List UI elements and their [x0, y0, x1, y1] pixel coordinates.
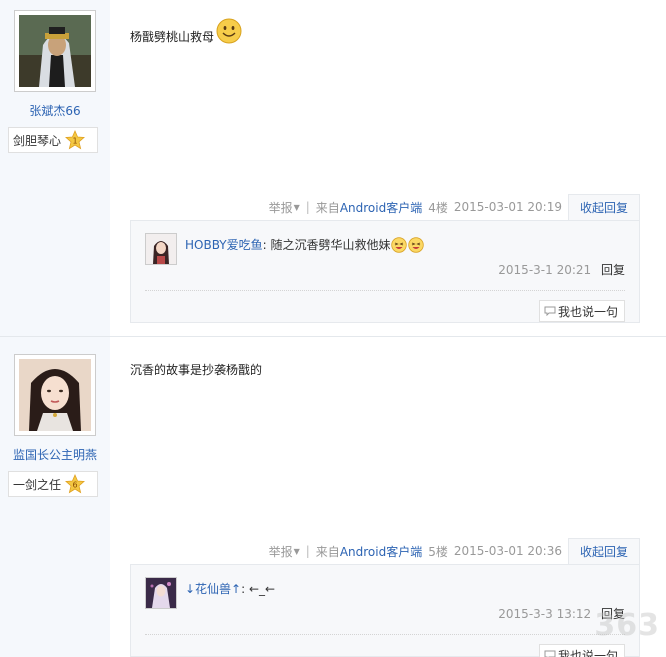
caret-down-icon: ▼	[293, 546, 300, 556]
author-name[interactable]: 张斌杰66	[8, 102, 102, 119]
comment-text: : 随之沉香劈华山救他妹	[262, 238, 391, 252]
level-number: 6	[72, 481, 77, 490]
report-label: 举报	[268, 200, 293, 215]
author-avatar[interactable]	[14, 354, 96, 436]
comment-time: 2015-3-3 13:12	[498, 607, 592, 621]
level-star-icon: 1	[65, 130, 86, 150]
comment-username[interactable]: HOBBY爱吃鱼	[185, 236, 263, 253]
post-floor-4: 张斌杰66 剑胆琴心 1 杨戬劈桃山救母 举报 ▼ | 来自 Android客户…	[0, 0, 666, 336]
comment-body: HOBBY爱吃鱼 : 随之沉香劈华山救他妹	[185, 236, 425, 253]
reply-action-row: 我也说一句	[145, 635, 625, 657]
post-tail-bar: 举报 ▼ | 来自 Android客户端 5楼 2015-03-01 20:36…	[130, 538, 640, 564]
source-prefix: 来自	[315, 544, 340, 559]
report-link[interactable]: 举报 ▼	[269, 543, 300, 560]
speech-bubble-icon	[544, 306, 556, 316]
comment-avatar[interactable]	[145, 577, 177, 609]
client-link[interactable]: Android客户端	[340, 199, 422, 216]
laugh-emoji-icon	[408, 236, 425, 253]
author-name[interactable]: 监国长公主明燕	[8, 446, 102, 463]
comment-username[interactable]: ↓花仙兽↑	[185, 580, 241, 597]
speech-bubble-icon	[544, 650, 556, 657]
author-card: 监国长公主明燕 一剑之任 6	[8, 354, 102, 497]
level-badge[interactable]: 一剑之任 6	[8, 471, 98, 497]
author-avatar[interactable]	[14, 10, 96, 92]
girl-avatar-icon	[146, 234, 176, 264]
post-text: 杨戬劈桃山救母	[130, 30, 215, 44]
post-content: 沉香的故事是抄袭杨戬的	[130, 361, 262, 378]
add-comment-label: 我也说一句	[557, 648, 618, 657]
comment-time: 2015-3-1 20:21	[498, 263, 592, 277]
add-comment-label: 我也说一句	[557, 304, 618, 319]
comment-meta: 2015-3-1 20:21 回复	[498, 261, 625, 278]
client-link[interactable]: Android客户端	[340, 543, 422, 560]
floor-number: 5楼	[428, 544, 448, 559]
level-star-icon: 6	[65, 474, 86, 494]
comment-item: ↓花仙兽↑ : ←_← 2015-3-3 13:12 回复	[145, 577, 625, 635]
warrior-avatar-icon	[19, 15, 91, 87]
floor-number: 4楼	[428, 200, 448, 215]
post-text: 沉香的故事是抄袭杨戬的	[130, 363, 263, 377]
comment-text: : ←_←	[241, 581, 276, 596]
fairy-avatar-icon	[146, 578, 176, 608]
caret-down-icon: ▼	[293, 202, 300, 212]
report-label: 举报	[268, 544, 293, 559]
comment-reply-link[interactable]: 回复	[601, 607, 625, 621]
reply-box: ↓花仙兽↑ : ←_← 2015-3-3 13:12 回复 我也说一句	[130, 564, 640, 657]
level-number: 1	[72, 137, 77, 146]
separator: |	[305, 200, 310, 214]
comment-body: ↓花仙兽↑ : ←_←	[185, 580, 275, 597]
comment-avatar[interactable]	[145, 233, 177, 265]
reply-box: HOBBY爱吃鱼 : 随之沉香劈华山救他妹 2015-3-1 20:21 回复 …	[130, 220, 640, 323]
post-content: 杨戬劈桃山救母	[130, 18, 242, 45]
laugh-emoji-icon	[391, 236, 408, 253]
author-card: 张斌杰66 剑胆琴心 1	[8, 10, 102, 153]
level-title: 一剑之任	[13, 477, 62, 492]
report-link[interactable]: 举报 ▼	[269, 199, 300, 216]
smile-emoji-icon	[216, 18, 242, 44]
level-badge[interactable]: 剑胆琴心 1	[8, 127, 98, 153]
separator: |	[305, 544, 310, 558]
post-time: 2015-03-01 20:36	[453, 544, 562, 558]
post-floor-5: 监国长公主明燕 一剑之任 6 沉香的故事是抄袭杨戬的 举报 ▼ | 来自 And…	[0, 337, 666, 657]
collapse-replies-button[interactable]: 收起回复	[568, 538, 640, 564]
post-time: 2015-03-01 20:19	[453, 200, 562, 214]
comment-meta: 2015-3-3 13:12 回复	[498, 605, 625, 622]
add-comment-button[interactable]: 我也说一句	[538, 644, 625, 657]
source-prefix: 来自	[315, 200, 340, 215]
add-comment-button[interactable]: 我也说一句	[538, 300, 625, 322]
comment-item: HOBBY爱吃鱼 : 随之沉香劈华山救他妹 2015-3-1 20:21 回复	[145, 233, 625, 291]
collapse-replies-button[interactable]: 收起回复	[568, 194, 640, 220]
level-title: 剑胆琴心	[13, 133, 62, 148]
reply-action-row: 我也说一句	[145, 291, 625, 335]
post-tail-bar: 举报 ▼ | 来自 Android客户端 4楼 2015-03-01 20:19…	[130, 194, 640, 220]
princess-avatar-icon	[19, 359, 91, 431]
comment-reply-link[interactable]: 回复	[601, 263, 625, 277]
